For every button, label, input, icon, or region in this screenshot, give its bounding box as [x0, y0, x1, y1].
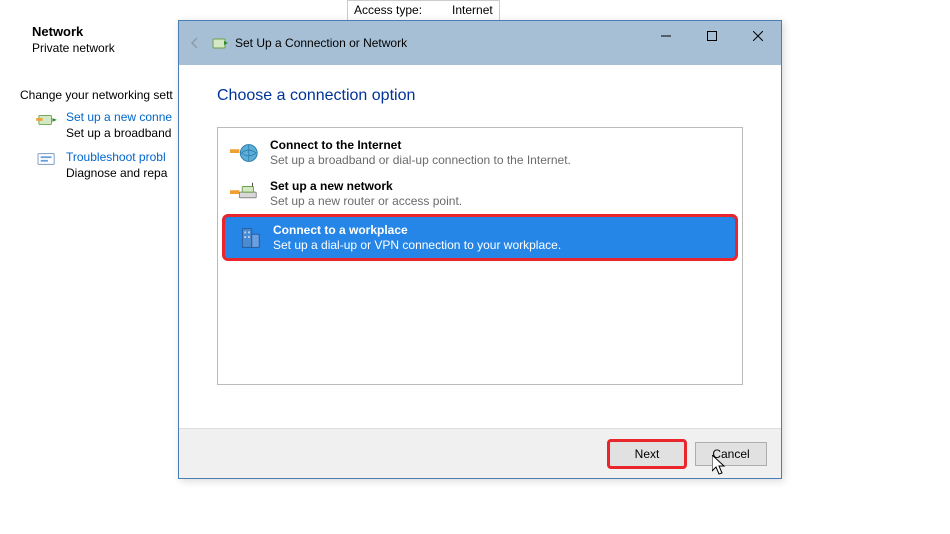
option-connect-internet[interactable]: Connect to the Internet Set up a broadba… — [222, 132, 738, 173]
option-desc: Set up a dial-up or VPN connection to yo… — [273, 238, 727, 252]
option-desc: Set up a new router or access point. — [270, 194, 730, 208]
minimize-button[interactable] — [643, 21, 689, 51]
setup-connection-link[interactable]: Set up a new conne — [66, 110, 172, 124]
setup-connection-desc: Set up a broadband — [66, 126, 172, 140]
option-title: Connect to a workplace — [273, 223, 727, 237]
option-title: Connect to the Internet — [270, 138, 730, 152]
option-desc: Set up a broadband or dial-up connection… — [270, 153, 730, 167]
close-button[interactable] — [735, 21, 781, 51]
change-settings-section: Change your networking sett Set up a new… — [20, 88, 173, 190]
wizard-icon — [211, 34, 229, 52]
troubleshoot-task[interactable]: Troubleshoot probl Diagnose and repa — [36, 150, 173, 180]
connection-options-list: Connect to the Internet Set up a broadba… — [217, 127, 743, 385]
maximize-button[interactable] — [689, 21, 735, 51]
back-button[interactable] — [187, 35, 203, 51]
access-type-value: Internet — [452, 3, 493, 17]
troubleshoot-desc: Diagnose and repa — [66, 166, 167, 180]
setup-connection-task[interactable]: Set up a new conne Set up a broadband — [36, 110, 173, 140]
connection-wizard-dialog: Set Up a Connection or Network Choose a … — [178, 20, 782, 479]
troubleshoot-link[interactable]: Troubleshoot probl — [66, 150, 167, 164]
dialog-footer: Next Cancel — [179, 428, 781, 478]
router-icon — [230, 180, 260, 208]
dialog-title: Set Up a Connection or Network — [235, 36, 407, 50]
option-new-network[interactable]: Set up a new network Set up a new router… — [222, 173, 738, 214]
building-icon — [233, 224, 263, 252]
change-settings-heading: Change your networking sett — [20, 88, 173, 102]
active-network-block: Network Private network — [32, 24, 115, 55]
option-workplace[interactable]: Connect to a workplace Set up a dial-up … — [222, 214, 738, 261]
dialog-heading: Choose a connection option — [217, 87, 743, 105]
network-name: Network — [32, 24, 115, 39]
next-button[interactable]: Next — [607, 439, 687, 469]
setup-connection-icon — [36, 110, 58, 128]
dialog-titlebar[interactable]: Set Up a Connection or Network — [179, 21, 781, 65]
troubleshoot-icon — [36, 150, 58, 168]
option-title: Set up a new network — [270, 179, 730, 193]
access-type-label: Access type: — [354, 3, 422, 17]
network-type: Private network — [32, 41, 115, 55]
globe-icon — [230, 139, 260, 167]
cancel-button[interactable]: Cancel — [695, 442, 767, 466]
